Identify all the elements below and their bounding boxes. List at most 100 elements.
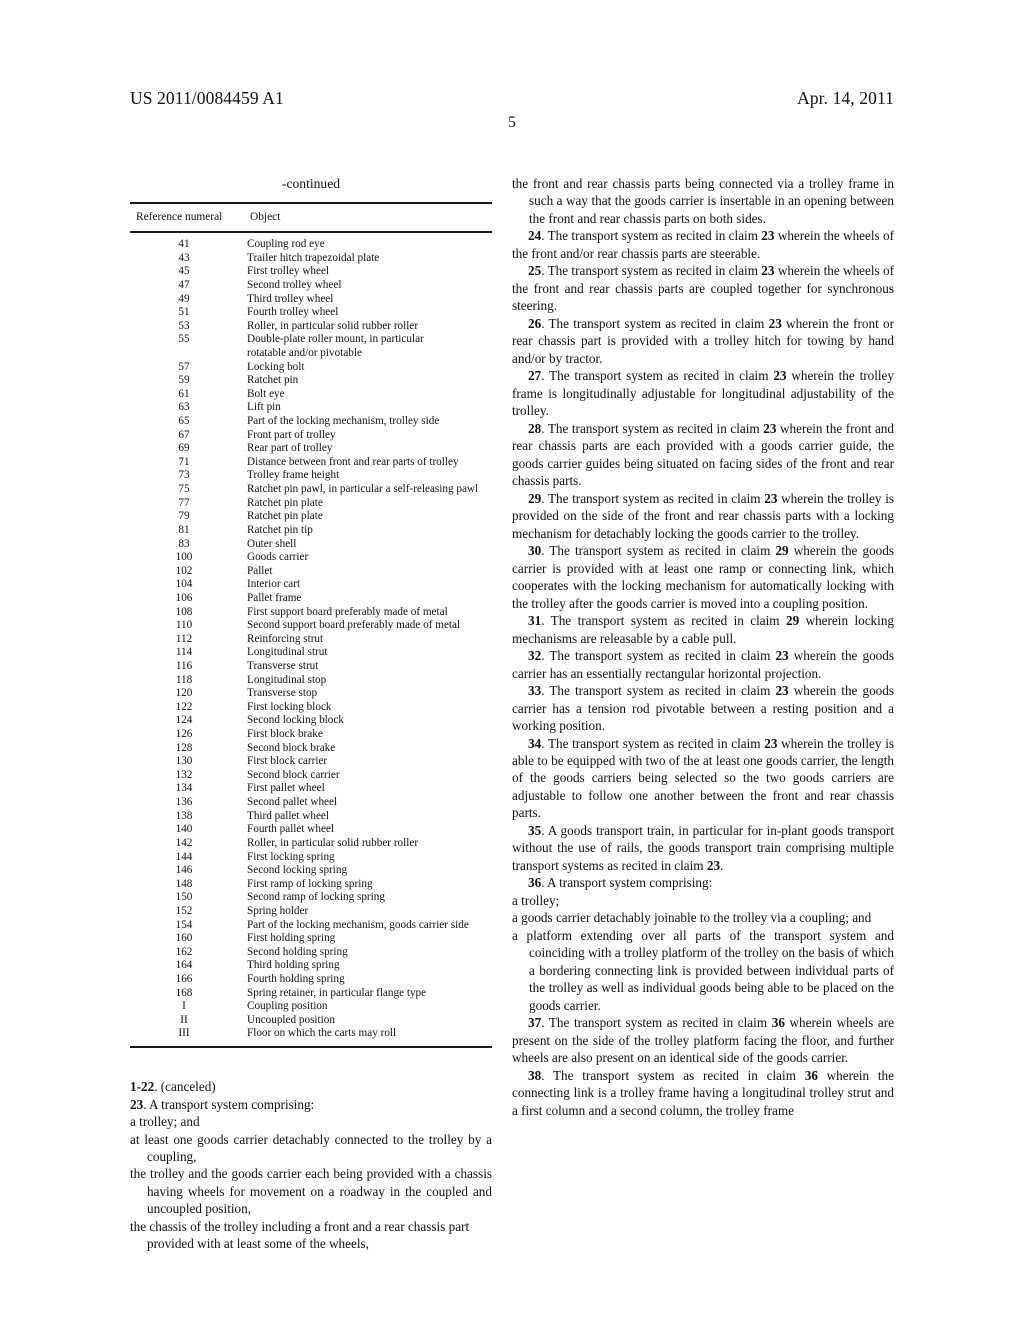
publication-number: US 2011/0084459 A1	[130, 88, 284, 108]
claim-23-element-b: at least one goods carrier detachably co…	[130, 1131, 492, 1164]
table-cell-reference-numeral: 136	[175, 796, 193, 809]
table-row: 130 First block carrier	[130, 755, 492, 769]
claim-32-pre: . The transport system as recited in cla…	[541, 648, 776, 664]
table-cell-object: Longitudinal strut	[247, 646, 328, 659]
claim-36-element-a: a trolley;	[512, 892, 560, 908]
table-cell-reference-numeral: 160	[175, 932, 193, 945]
table-cell-reference-numeral: 134	[175, 782, 193, 795]
claim-32-number: 32	[528, 648, 542, 664]
column-header-object: Object	[250, 211, 281, 223]
table-cell-reference-numeral: 63	[178, 401, 190, 414]
table-cell-object: Third trolley wheel	[247, 292, 334, 305]
table-cell-object: Transverse stop	[247, 687, 318, 700]
claim-37-number: 37	[528, 1015, 542, 1031]
table-row: 168 Spring retainer, in particular flange…	[130, 987, 492, 1001]
table-cell-object: Reinforcing strut	[247, 632, 324, 645]
table-cell-object: Lift pin	[247, 401, 281, 414]
claim-24-number: 24	[528, 228, 542, 244]
table-row: 126 First block brake	[130, 728, 492, 742]
table-cell-object: First ramp of locking spring	[247, 877, 373, 890]
table-row: 63 Lift pin	[130, 401, 492, 415]
table-cell-object: First locking block	[247, 700, 332, 713]
table-row: 148 First ramp of locking spring	[130, 878, 492, 892]
table-cell-reference-numeral: 106	[175, 591, 193, 604]
table-cell-reference-numeral: 110	[175, 619, 193, 632]
table-cell-reference-numeral: 108	[175, 605, 193, 618]
claim-30-pre: . The transport system as recited in cla…	[541, 543, 776, 559]
table-cell-object: Fourth holding spring	[247, 973, 345, 986]
table-cell-object: Coupling position	[247, 1000, 328, 1013]
claim-23-text: . A transport system comprising:	[143, 1096, 315, 1112]
table-cell-reference-numeral: 138	[175, 809, 193, 822]
table-cell-object: First holding spring	[247, 932, 336, 945]
claim-35-post: .	[720, 857, 724, 873]
reference-numeral-table: -continued Reference numeral Object 41 Co…	[130, 175, 492, 1049]
table-row: 57 Locking bolt	[130, 361, 492, 375]
table-row: 146 Second locking spring	[130, 864, 492, 878]
table-cell-reference-numeral: 164	[175, 959, 193, 972]
table-cell-reference-numeral: 116	[175, 660, 193, 672]
claim-35: 35. A goods transport train, in particul…	[512, 822, 894, 874]
table-cell-object: Rear part of trolley	[247, 442, 333, 455]
table-cell-reference-numeral: 130	[175, 755, 193, 768]
left-column: -continued Reference numeral Object 41 Co…	[130, 175, 492, 1253]
table-cell-object: Interior cart	[247, 578, 301, 591]
table-cell-object: Fourth pallet wheel	[247, 823, 334, 836]
table-row: 116 Transverse strut	[130, 660, 492, 674]
column-header-reference-numeral: Reference numeral	[136, 211, 223, 223]
table-cell-reference-numeral: 81	[178, 523, 190, 536]
claim-28-number: 28	[528, 420, 542, 436]
table-row: 142 Roller, in particular solid rubber ro…	[130, 837, 492, 851]
table-cell-object: First support board preferably made of m…	[247, 605, 448, 618]
table-cell-reference-numeral: 100	[175, 551, 193, 564]
claims-left: 1-22. (canceled) 23. A transport system …	[130, 1078, 492, 1253]
claim-33-reference: 23	[775, 683, 789, 699]
table-cell-object: Second support board preferably made of …	[247, 619, 461, 632]
table-row: 138 Third pallet wheel	[130, 810, 492, 824]
claim-24-pre: . The transport system as recited in cla…	[541, 228, 762, 244]
table-row: 67 Front part of trolley	[130, 429, 492, 443]
publication-date: Apr. 14, 2011	[797, 88, 894, 108]
table-row: 43 Trailer hitch trapezoidal plate	[130, 252, 492, 266]
claim-36-element-c: a platform extending over all parts of t…	[512, 927, 894, 1013]
patent-page: US 2011/0084459 A1 Apr. 14, 2011 5 -cont…	[0, 0, 1024, 1320]
table-cell-reference-numeral: 132	[175, 768, 193, 781]
table-row: 154 Part of the locking mechanism, goods …	[130, 919, 492, 933]
table-row: 108 First support board preferably made o…	[130, 606, 492, 620]
table-row: 152 Spring holder	[130, 905, 492, 919]
claim-26-pre: . The transport system as recited in cla…	[541, 315, 769, 331]
table-row: 150 Second ramp of locking spring	[130, 891, 492, 905]
table-cell-object: Second holding spring	[247, 945, 348, 958]
claim-23-element-a: a trolley; and	[130, 1114, 200, 1130]
table-cell-object: First block carrier	[247, 755, 328, 768]
claim-34-number: 34	[528, 735, 542, 751]
claim-28-pre: . The transport system as recited in cla…	[541, 420, 764, 436]
table-cell-reference-numeral: 112	[175, 632, 193, 645]
table-cell-object: Front part of trolley	[247, 428, 336, 441]
claim-30-number: 30	[528, 543, 542, 559]
claim-27-reference: 23	[773, 368, 787, 384]
table-cell-object: First pallet wheel	[247, 782, 325, 795]
claim-23-preamble: 23. A transport system comprising:	[130, 1096, 492, 1113]
claim-35-number: 35	[528, 822, 542, 838]
claim-28: 28. The transport system as recited in c…	[512, 420, 894, 490]
table-row: 47 Second trolley wheel	[130, 279, 492, 293]
table-body: 41 Coupling rod eye 43 Trailer hitch trapez…	[130, 233, 492, 1046]
table-row: 71 Distance between front and rear parts …	[130, 456, 492, 470]
table-cell-object: First locking spring	[247, 850, 335, 863]
claim-23-element-e: the front and rear chassis parts being c…	[512, 176, 894, 226]
claim-1-22-canceled: 1-22. (canceled)	[130, 1078, 492, 1095]
table-cell-reference-numeral: 140	[175, 823, 193, 836]
claim-29: 29. The transport system as recited in c…	[512, 490, 894, 542]
table-cell-reference-numeral: 166	[175, 973, 193, 986]
table-cell-object: Coupling rod eye	[247, 238, 325, 251]
claim-30-reference: 29	[775, 543, 789, 559]
claim-33: 33. The transport system as recited in c…	[512, 682, 894, 734]
claim-28-reference: 23	[763, 420, 777, 436]
table-row: 53 Roller, in particular solid rubber rol…	[130, 320, 492, 334]
claim-23-element-c: the trolley and the goods carrier each b…	[130, 1166, 492, 1217]
claim-38-pre: . The transport system as recited in cla…	[541, 1067, 805, 1083]
claim-34: 34. The transport system as recited in c…	[512, 735, 894, 822]
table-row: 124 Second locking block	[130, 714, 492, 728]
table-row: 65 Part of the locking mechanism, trolley…	[130, 415, 492, 429]
